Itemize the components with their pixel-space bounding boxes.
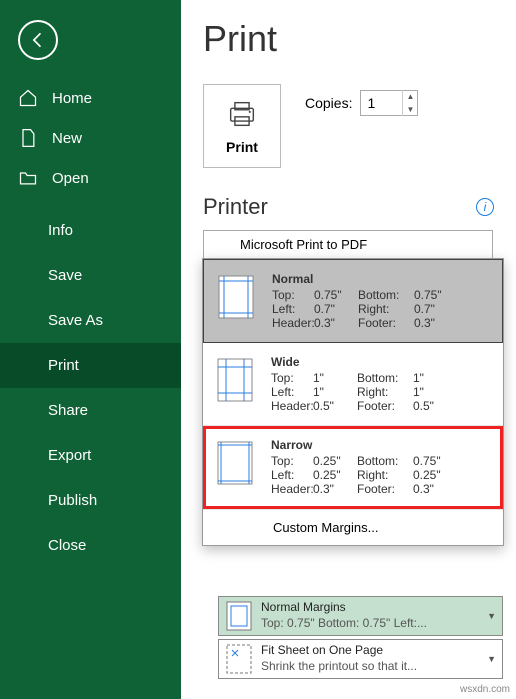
copies-down-icon[interactable]: ▼: [403, 103, 417, 116]
margin-option-narrow[interactable]: Narrow Top:0.25"Bottom:0.75" Left:0.25"R…: [203, 426, 503, 509]
margin-option-normal[interactable]: Normal Top:0.75"Bottom:0.75" Left:0.7"Ri…: [203, 259, 503, 343]
copies-input[interactable]: 1 ▲ ▼: [360, 90, 418, 116]
print-button[interactable]: Print: [203, 84, 281, 168]
nav-open[interactable]: Open: [0, 158, 181, 198]
chevron-down-icon: ▼: [487, 611, 496, 621]
back-arrow-icon: [28, 30, 48, 50]
copies-value: 1: [361, 95, 402, 111]
margin-narrow-icon: [213, 438, 257, 488]
printer-info-icon[interactable]: i: [476, 198, 494, 216]
page-title: Print: [203, 18, 494, 60]
nav-export[interactable]: Export: [0, 433, 181, 478]
nav-save-as[interactable]: Save As: [0, 298, 181, 343]
nav-label: Open: [52, 170, 89, 187]
margins-selector[interactable]: Normal Margins Top: 0.75" Bottom: 0.75" …: [218, 596, 503, 636]
nav-publish[interactable]: Publish: [0, 478, 181, 523]
scaling-selector-icon: [225, 643, 253, 675]
copies-group: Copies: 1 ▲ ▼: [305, 90, 418, 116]
margins-dropdown: Normal Top:0.75"Bottom:0.75" Left:0.7"Ri…: [202, 258, 504, 546]
scaling-selector-title: Fit Sheet on One Page: [261, 643, 483, 659]
nav-label: Home: [52, 90, 92, 107]
scaling-selector-sub: Shrink the printout so that it...: [261, 659, 483, 675]
chevron-down-icon: ▼: [487, 654, 496, 664]
nav-label: New: [52, 130, 82, 147]
new-icon: [18, 128, 38, 148]
nav-new[interactable]: New: [0, 118, 181, 158]
printer-selector[interactable]: Microsoft Print to PDF: [203, 230, 493, 259]
margin-name: Narrow: [271, 438, 493, 452]
nav-home[interactable]: Home: [0, 78, 181, 118]
margin-name: Normal: [272, 272, 492, 286]
printer-name: Microsoft Print to PDF: [240, 237, 367, 252]
margin-name: Wide: [271, 355, 493, 369]
nav-share[interactable]: Share: [0, 388, 181, 433]
printer-icon: [225, 97, 259, 131]
print-button-label: Print: [226, 139, 258, 155]
settings-selectors: Normal Margins Top: 0.75" Bottom: 0.75" …: [218, 596, 503, 682]
copies-label: Copies:: [305, 95, 352, 111]
nav-info[interactable]: Info: [0, 208, 181, 253]
scaling-selector[interactable]: Fit Sheet on One Page Shrink the printou…: [218, 639, 503, 679]
backstage-sidebar: Home New Open Info Save Save As Print Sh…: [0, 0, 181, 699]
home-icon: [18, 88, 38, 108]
nav-print[interactable]: Print: [0, 343, 181, 388]
margin-normal-icon: [214, 272, 258, 322]
open-icon: [18, 168, 38, 188]
back-button[interactable]: [18, 20, 58, 60]
watermark: wsxdn.com: [460, 684, 510, 695]
custom-margins-item[interactable]: Custom Margins...: [203, 509, 503, 545]
printer-section-title: Printer: [203, 194, 494, 220]
margin-wide-icon: [213, 355, 257, 405]
nav-save[interactable]: Save: [0, 253, 181, 298]
margin-option-wide[interactable]: Wide Top:1"Bottom:1" Left:1"Right:1" Hea…: [203, 343, 503, 426]
nav-close[interactable]: Close: [0, 523, 181, 568]
margins-selector-icon: [225, 600, 253, 632]
copies-up-icon[interactable]: ▲: [403, 90, 417, 103]
margins-selector-sub: Top: 0.75" Bottom: 0.75" Left:...: [261, 616, 483, 632]
margins-selector-title: Normal Margins: [261, 600, 483, 616]
